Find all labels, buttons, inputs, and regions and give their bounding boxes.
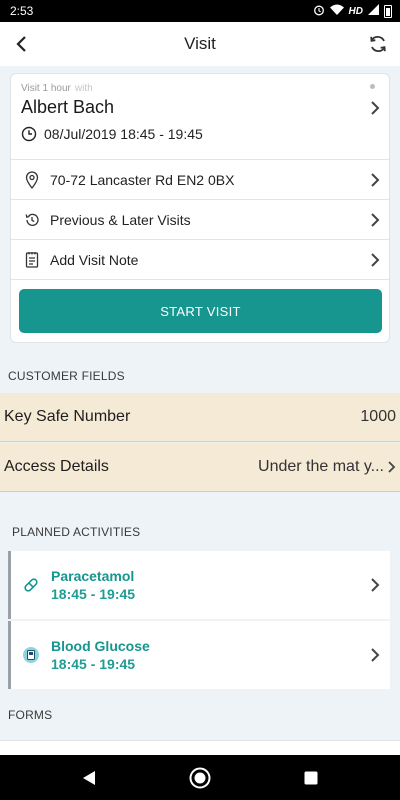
note-icon — [23, 251, 41, 268]
customer-fields-heading: CUSTOMER FIELDS — [8, 369, 125, 383]
planned-activities-heading: PLANNED ACTIVITIES — [12, 525, 141, 539]
signal-icon — [368, 4, 379, 18]
customer-field-label: Key Safe Number — [4, 408, 131, 425]
activity-time: 18:45 - 19:45 — [51, 586, 136, 602]
activity-text: Paracetamol 18:45 - 19:45 — [51, 568, 135, 602]
battery-icon — [384, 4, 392, 18]
chevron-right-icon — [371, 213, 380, 227]
chevron-left-icon — [16, 36, 26, 52]
triangle-back-icon — [83, 771, 95, 785]
customer-field-row[interactable]: Access Details Under the mat y... — [0, 443, 400, 492]
add-visit-note-label: Add Visit Note — [50, 251, 139, 268]
visit-duration: Visit 1 hour — [21, 83, 71, 94]
previous-later-visits-label: Previous & Later Visits — [50, 211, 191, 228]
activity-name: Blood Glucose — [51, 638, 150, 654]
chevron-right-icon — [371, 173, 380, 187]
wifi-icon — [329, 4, 344, 18]
with-label: with — [74, 83, 93, 94]
history-icon — [23, 212, 41, 228]
app-bar: Visit — [0, 22, 400, 66]
chevron-right-icon — [371, 101, 380, 115]
refresh-icon — [370, 35, 386, 53]
refresh-button[interactable] — [364, 30, 392, 58]
chevron-right-icon — [371, 578, 380, 592]
chevron-right-icon — [388, 461, 396, 473]
customer-field-value: Under the mat y... — [258, 458, 384, 475]
status-icons: HD — [313, 4, 392, 19]
customer-field-value: 1000 — [360, 408, 396, 425]
status-dot — [370, 84, 375, 89]
forms-list — [0, 740, 400, 755]
customer-field-label: Access Details — [4, 458, 109, 475]
network-type: HD — [348, 5, 363, 17]
client-name: Albert Bach — [21, 97, 115, 117]
forms-heading: FORMS — [8, 708, 53, 722]
blood-glucose-icon — [11, 646, 51, 664]
alarm-icon — [313, 4, 325, 19]
activity-name: Paracetamol — [51, 568, 135, 584]
activity-item[interactable]: Blood Glucose 18:45 - 19:45 — [8, 621, 390, 689]
visit-time-row: 08/Jul/2019 18:45 - 19:45 — [21, 126, 389, 142]
activity-item[interactable]: Paracetamol 18:45 - 19:45 — [8, 551, 390, 619]
previous-later-visits-row[interactable]: Previous & Later Visits — [11, 200, 389, 240]
add-visit-note-row[interactable]: Add Visit Note — [11, 240, 389, 280]
clock-icon — [21, 126, 37, 142]
visit-header[interactable]: Visit 1 hour with Albert Bach 08/Jul/2019… — [11, 74, 389, 160]
back-button[interactable] — [8, 30, 36, 58]
visit-card: Visit 1 hour with Albert Bach 08/Jul/2019… — [10, 73, 390, 343]
visit-subtitle: Visit 1 hour with — [21, 83, 389, 94]
square-recents-icon — [304, 771, 318, 785]
nav-recents-button[interactable] — [300, 767, 322, 789]
system-nav-bar — [0, 755, 400, 800]
nav-home-button[interactable] — [189, 767, 211, 789]
location-pin-icon — [23, 170, 41, 189]
home-circle-icon — [189, 767, 211, 789]
activity-time: 18:45 - 19:45 — [51, 656, 136, 672]
address-text: 70-72 Lancaster Rd EN2 0BX — [50, 171, 235, 188]
activity-text: Blood Glucose 18:45 - 19:45 — [51, 638, 150, 672]
address-row[interactable]: 70-72 Lancaster Rd EN2 0BX — [11, 160, 389, 200]
customer-field-row: Key Safe Number 1000 — [0, 393, 400, 442]
nav-back-button[interactable] — [78, 767, 100, 789]
status-time: 2:53 — [10, 4, 34, 18]
start-visit-button[interactable]: START VISIT — [19, 289, 382, 333]
chevron-right-icon — [371, 253, 380, 267]
page-title: Visit — [184, 34, 216, 53]
visit-datetime: 08/Jul/2019 18:45 - 19:45 — [44, 126, 203, 142]
pill-icon — [11, 576, 51, 594]
chevron-right-icon — [371, 648, 380, 662]
status-bar: 2:53 HD — [0, 0, 400, 22]
